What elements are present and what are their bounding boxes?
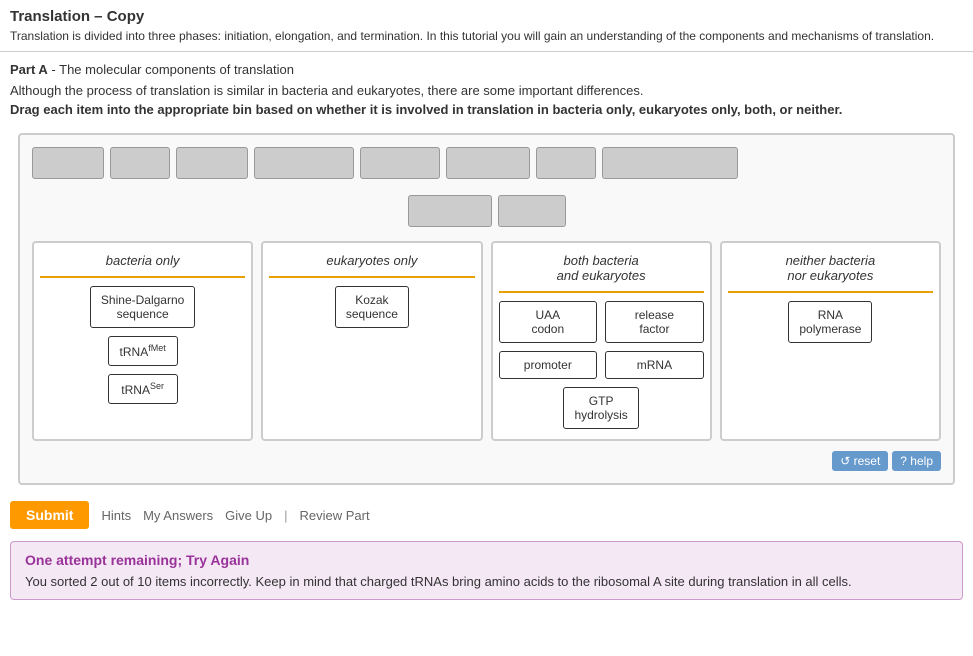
actions-row: Submit Hints My Answers Give Up | Review… [0, 493, 973, 537]
drag-item-7[interactable] [536, 147, 596, 179]
separator: | [284, 508, 287, 523]
drag-item-6[interactable] [446, 147, 530, 179]
bin-both-items: UAAcodon releasefactor promoter mRNA GTP… [499, 301, 704, 429]
bin-item-shine-dalgarno[interactable]: Shine-Dalgarnosequence [90, 286, 195, 328]
help-button[interactable]: ? help [892, 451, 941, 471]
bin-eukaryotes-only[interactable]: eukaryotes only Kozaksequence [261, 241, 482, 441]
drag-drop-area: bacteria only Shine-Dalgarnosequence tRN… [18, 133, 955, 485]
bin-bacteria-only-items: Shine-Dalgarnosequence tRNAfMet tRNASer [40, 286, 245, 404]
drag-item-8[interactable] [602, 147, 738, 179]
bin-eukaryotes-only-items: Kozaksequence [269, 286, 474, 328]
bin-item-rna-polymerase[interactable]: RNApolymerase [788, 301, 872, 343]
bin-item-gtp-hydrolysis[interactable]: GTPhydrolysis [563, 387, 638, 429]
page-title: Translation – Copy [0, 0, 973, 29]
bin-item-trnaser[interactable]: tRNASer [108, 374, 178, 404]
drag-item-9[interactable] [408, 195, 492, 227]
attempt-box: One attempt remaining; Try Again You sor… [10, 541, 963, 600]
attempt-title: One attempt remaining; Try Again [25, 552, 948, 568]
drag-item-2[interactable] [110, 147, 170, 179]
bin-item-release-factor[interactable]: releasefactor [605, 301, 704, 343]
bin-item-mrna[interactable]: mRNA [605, 351, 704, 379]
part-a-label: Part A - The molecular components of tra… [10, 62, 294, 77]
bin-neither-items: RNApolymerase [728, 301, 933, 343]
part-context: Although the process of translation is s… [0, 83, 973, 102]
bin-eukaryotes-only-header: eukaryotes only [269, 249, 474, 278]
bins-row: bacteria only Shine-Dalgarnosequence tRN… [32, 241, 941, 441]
attempt-text: You sorted 2 out of 10 items incorrectly… [25, 574, 948, 589]
bin-item-trnafmet[interactable]: tRNAfMet [108, 336, 178, 366]
drag-item-1[interactable] [32, 147, 104, 179]
give-up-link[interactable]: Give Up [225, 508, 272, 523]
bin-bacteria-only-header: bacteria only [40, 249, 245, 278]
hints-link[interactable]: Hints [101, 508, 131, 523]
bin-item-promoter[interactable]: promoter [499, 351, 598, 379]
submit-button[interactable]: Submit [10, 501, 89, 529]
draggable-items-row1 [32, 147, 941, 179]
drag-item-10[interactable] [498, 195, 566, 227]
my-answers-link[interactable]: My Answers [143, 508, 213, 523]
review-part-link[interactable]: Review Part [300, 508, 370, 523]
reset-help-row: ↺ reset ? help [32, 451, 941, 471]
drag-item-4[interactable] [254, 147, 354, 179]
drag-item-5[interactable] [360, 147, 440, 179]
bin-item-kozak[interactable]: Kozaksequence [335, 286, 409, 328]
bin-both[interactable]: both bacteriaand eukaryotes UAAcodon rel… [491, 241, 712, 441]
bin-neither-header: neither bacterianor eukaryotes [728, 249, 933, 293]
bin-neither[interactable]: neither bacterianor eukaryotes RNApolyme… [720, 241, 941, 441]
bin-both-header: both bacteriaand eukaryotes [499, 249, 704, 293]
page-subtitle: Translation is divided into three phases… [0, 29, 973, 52]
bin-item-uaa-codon[interactable]: UAAcodon [499, 301, 598, 343]
reset-button[interactable]: ↺ reset [832, 451, 888, 471]
bin-bacteria-only[interactable]: bacteria only Shine-Dalgarnosequence tRN… [32, 241, 253, 441]
draggable-items-row2 [32, 195, 941, 227]
part-instruction: Drag each item into the appropriate bin … [0, 102, 973, 125]
drag-item-3[interactable] [176, 147, 248, 179]
